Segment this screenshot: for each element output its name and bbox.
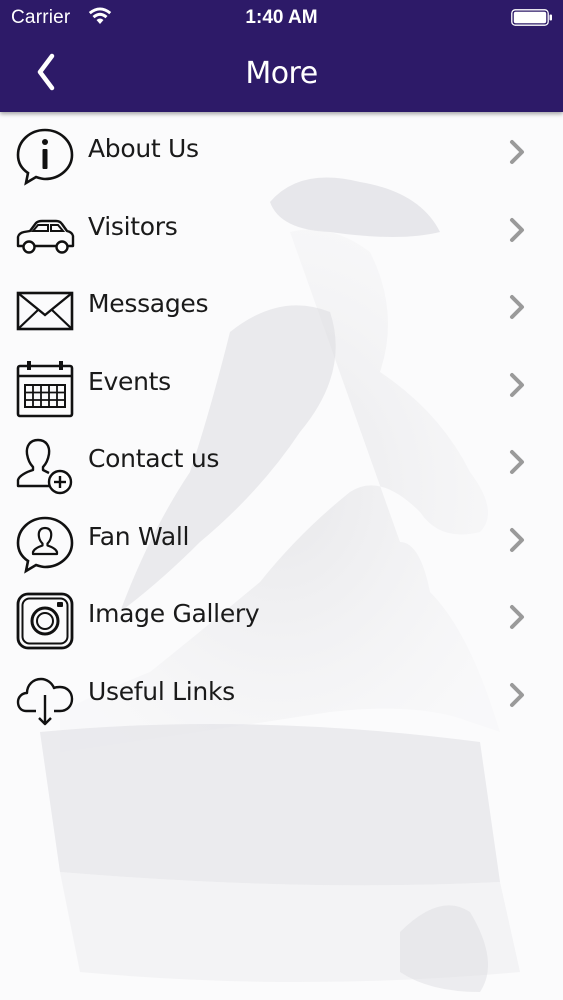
- more-menu-list: About Us Visitors Messages Events Contac…: [0, 114, 563, 734]
- menu-item-about-us[interactable]: About Us: [0, 114, 563, 192]
- info-bubble-icon: [16, 128, 74, 186]
- envelope-icon: [16, 291, 74, 331]
- menu-item-label: Messages: [88, 289, 209, 318]
- menu-item-visitors[interactable]: Visitors: [0, 192, 563, 270]
- menu-item-contact-us[interactable]: Contact us: [0, 424, 563, 502]
- chevron-right-icon: [510, 295, 524, 319]
- menu-item-label: Events: [88, 366, 171, 396]
- menu-item-fan-wall[interactable]: Fan Wall: [0, 502, 563, 580]
- navigation-bar: More: [0, 36, 563, 112]
- chevron-right-icon: [510, 140, 524, 164]
- status-bar: Carrier 1:40 AM: [0, 0, 563, 36]
- chevron-right-icon: [510, 372, 524, 397]
- chevron-right-icon: [510, 605, 524, 629]
- menu-item-image-gallery[interactable]: Image Gallery: [0, 579, 563, 657]
- calendar-icon: [16, 360, 74, 417]
- menu-item-label: Contact us: [88, 444, 220, 473]
- cloud-download-icon: [16, 677, 74, 725]
- clock: 1:40 AM: [245, 7, 318, 28]
- camera-icon: [16, 592, 74, 650]
- menu-item-useful-links[interactable]: Useful Links: [0, 657, 563, 735]
- chevron-right-icon: [510, 450, 524, 474]
- menu-item-messages[interactable]: Messages: [0, 269, 563, 347]
- menu-item-events[interactable]: Events: [0, 347, 563, 425]
- page-title: More: [245, 56, 318, 91]
- menu-item-label: Visitors: [88, 211, 178, 241]
- chevron-right-icon: [510, 217, 524, 242]
- menu-item-label: About Us: [88, 134, 199, 163]
- car-icon: [16, 219, 75, 254]
- person-bubble-icon: [16, 516, 74, 574]
- app-header: Carrier 1:40 AM More: [0, 0, 563, 112]
- menu-item-label: Image Gallery: [88, 599, 260, 628]
- menu-item-label: Useful Links: [88, 676, 235, 706]
- menu-item-label: Fan Wall: [88, 521, 190, 551]
- add-contact-icon: [16, 438, 73, 495]
- chevron-right-icon: [510, 527, 524, 552]
- battery-icon: [511, 9, 552, 26]
- chevron-right-icon: [510, 682, 524, 707]
